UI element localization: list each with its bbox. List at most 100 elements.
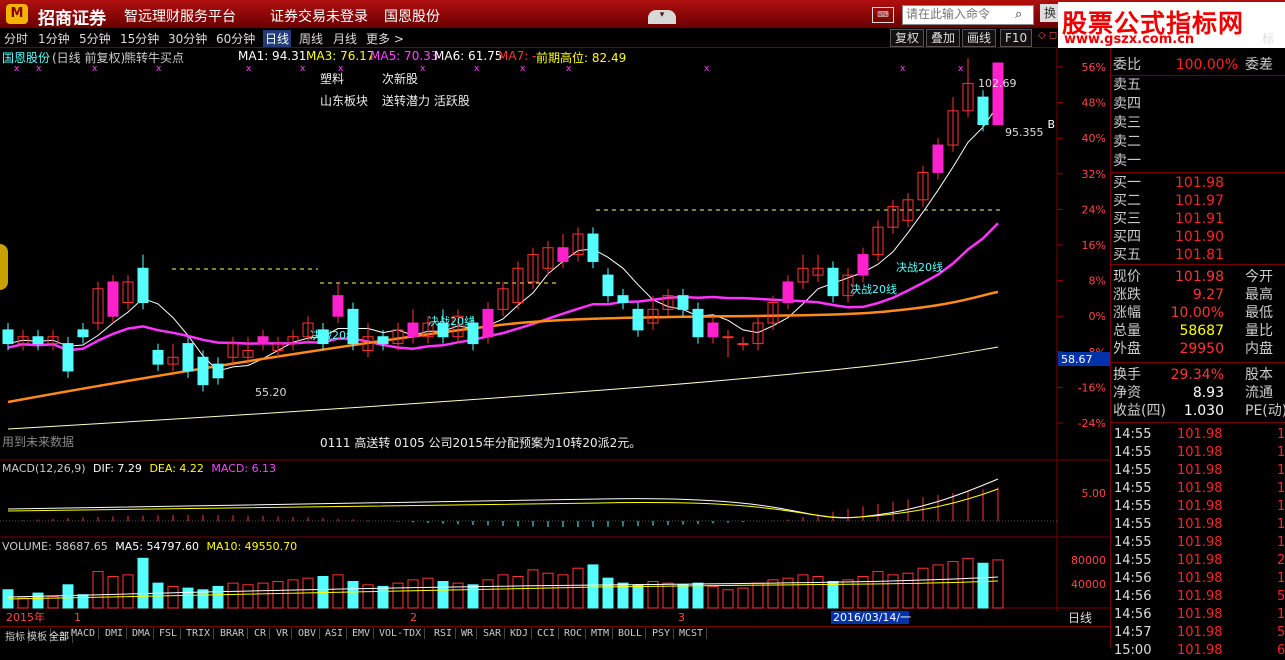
indicator-tab[interactable]: KDJ (507, 628, 533, 639)
candle-body (32, 336, 44, 345)
main-chart[interactable]: 56%48%40%32%24%16%8%0%-8%-16%-24%xxxxxxx… (0, 47, 1110, 625)
indicator-tab[interactable]: BRAR (217, 628, 249, 639)
volume-bar (227, 582, 239, 609)
tick-price: 101.98 (1177, 427, 1223, 442)
stat-label: 涨跌 (1113, 287, 1141, 303)
buy-label: 买五 (1113, 247, 1141, 263)
star-marker: x (474, 64, 480, 74)
command-search[interactable]: ⌕ (902, 5, 1034, 25)
macd-dea: DEA: 4.22 (149, 462, 204, 475)
pct-tick-label: -24% (1078, 417, 1106, 430)
indicator-tab[interactable]: OBV (295, 628, 321, 639)
volume-bar (437, 580, 449, 609)
indicator-tab[interactable]: FSL (156, 628, 182, 639)
collapse-menu-icon[interactable]: ▾ (648, 10, 676, 24)
sell-label: 卖二 (1113, 134, 1141, 150)
tag-shandong: 山东板块 (320, 94, 369, 108)
indicator-tab[interactable]: MACD (68, 628, 100, 639)
tick-volume: 1 (1277, 481, 1285, 496)
buy-price: 101.97 (1175, 193, 1224, 209)
overlay-button[interactable]: 叠加 (926, 29, 961, 47)
buy-label: 买四 (1113, 229, 1141, 245)
indicator-tab[interactable]: MTM (588, 628, 614, 639)
command-input[interactable] (903, 6, 1017, 22)
line-mode-chip[interactable]: 日线 (1068, 609, 1092, 626)
candle-body (857, 254, 869, 276)
f10-button[interactable]: F10 (1000, 29, 1033, 47)
finance-label2: PE(动) (1245, 403, 1285, 419)
pct-tick-label: 16% (1082, 239, 1106, 252)
adjust-button[interactable]: 复权 (890, 29, 925, 47)
volume-bar (707, 585, 719, 609)
switch-button[interactable]: 换 (1040, 4, 1060, 22)
indicator-tab[interactable]: WR (458, 628, 478, 639)
star-marker: x (900, 64, 906, 74)
volume-bar (377, 585, 389, 609)
volume-bar (572, 567, 584, 609)
tab-daily[interactable]: 日线 (263, 30, 292, 47)
tick-time: 15:00 (1114, 643, 1152, 658)
buy-label: 买二 (1113, 193, 1141, 209)
volume-bar (32, 592, 44, 609)
indicator-tab[interactable]: VOL-TDX (376, 628, 426, 639)
volume-bar (767, 579, 779, 609)
tab-1min[interactable]: 1分钟 (38, 30, 70, 47)
tick-time: 14:55 (1114, 499, 1152, 514)
pct-tick-label: -16% (1078, 381, 1106, 394)
indicator-tab[interactable]: MCST (676, 628, 708, 639)
tick-volume: 1 (1277, 517, 1285, 532)
tick-time: 14:55 (1114, 445, 1152, 460)
volume-bar (137, 557, 149, 609)
indicator-tab[interactable]: CCI (534, 628, 560, 639)
search-icon[interactable]: ⌕ (1015, 6, 1031, 24)
tick-volume: 20 (1277, 553, 1285, 568)
tab-5min[interactable]: 5分钟 (79, 30, 111, 47)
volume-bar (917, 567, 929, 609)
indicator-tab[interactable]: PSY (649, 628, 675, 639)
indicator-tab[interactable]: DMI (102, 628, 128, 639)
tick-price: 101.98 (1177, 625, 1223, 640)
tab-more[interactable]: 更多 > (366, 30, 404, 47)
indicator-tab[interactable]: EMV (349, 628, 375, 639)
indicator-tab[interactable]: DMA (129, 628, 155, 639)
stat-label2: 最高 (1245, 287, 1273, 303)
candle-body (692, 308, 704, 338)
battle-label-3: 决战20线 (850, 282, 897, 296)
stat-value: 58687 (1179, 323, 1224, 339)
tab-timeshare[interactable]: 分时 (4, 30, 28, 47)
tick-row: 14:57 101.98 5 (1111, 624, 1285, 642)
indicator-tab[interactable]: RSI (431, 628, 457, 639)
candle-body (197, 356, 209, 386)
expand-panel-handle[interactable] (0, 244, 8, 290)
volume-bar (62, 584, 74, 609)
tab-30min[interactable]: 30分钟 (168, 30, 207, 47)
candle-body (152, 349, 164, 365)
indicator-tab[interactable]: TRIX (183, 628, 215, 639)
indicator-tab[interactable]: BOLL (615, 628, 647, 639)
indicator-tab[interactable]: SAR (480, 628, 506, 639)
candle-body (557, 247, 569, 262)
candle-body (827, 267, 839, 297)
indicator-tab[interactable]: CR (251, 628, 271, 639)
close-small-icon[interactable]: ◇ ◻ (1038, 30, 1057, 41)
keyboard-icon[interactable]: ⌨ (872, 7, 894, 23)
tab-60min[interactable]: 60分钟 (216, 30, 255, 47)
indicator-tab[interactable]: ROC (561, 628, 587, 639)
draw-button[interactable]: 画线 (962, 29, 997, 47)
stock-name-link[interactable]: 国恩股份 (384, 6, 440, 26)
tick-price: 101.98 (1177, 517, 1223, 532)
volume-bar (542, 572, 554, 609)
tab-15min[interactable]: 15分钟 (120, 30, 159, 47)
buy-level-2: 买二 101.97 (1111, 192, 1285, 210)
indicator-tab[interactable]: ASI (322, 628, 348, 639)
volume-bar (512, 576, 524, 609)
volume-axis-mid: 40000 (1071, 578, 1106, 591)
tab-weekly[interactable]: 周线 (299, 30, 323, 47)
trade-login-link[interactable]: 证券交易未登录 (270, 6, 368, 26)
candle-body (377, 336, 389, 345)
indicator-tab[interactable]: VR (273, 628, 293, 639)
volume-axis-top: 80000 (1071, 554, 1106, 567)
ratio-value: 100.00% (1175, 57, 1238, 73)
tab-monthly[interactable]: 月线 (333, 30, 357, 47)
volume-bar (902, 572, 914, 609)
